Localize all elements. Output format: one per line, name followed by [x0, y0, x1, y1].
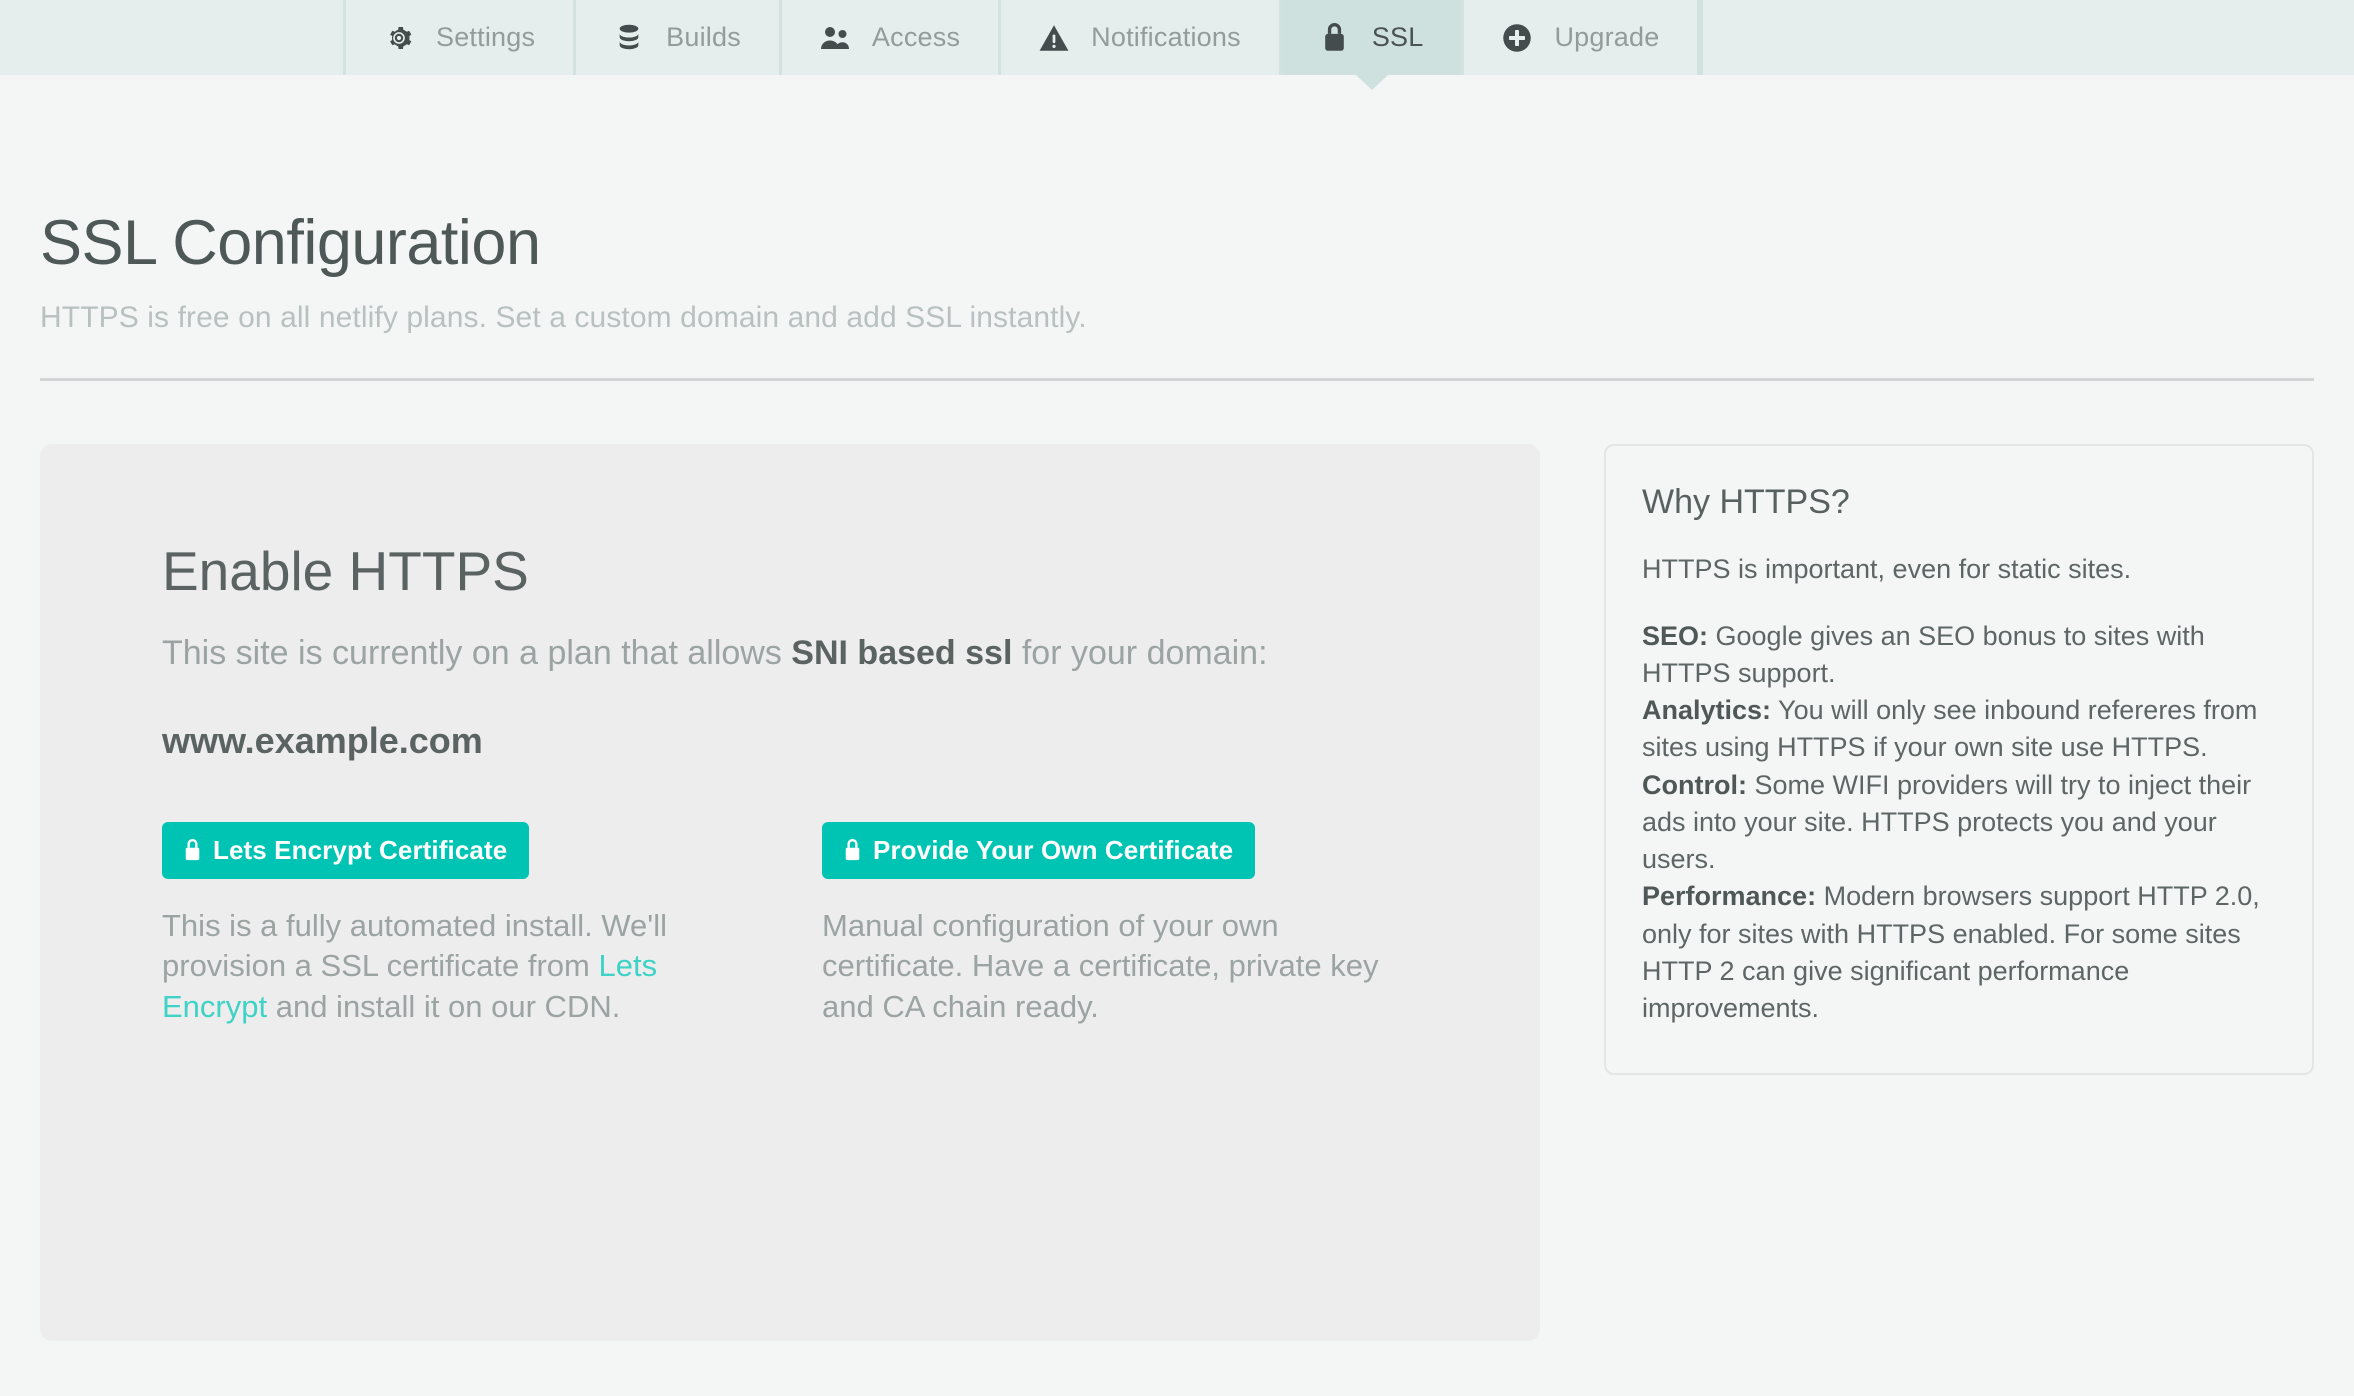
button-label: Lets Encrypt Certificate [213, 837, 507, 863]
own-certificate-option: Provide Your Own Certificate Manual conf… [822, 822, 1482, 1027]
why-https-panel: Why HTTPS? HTTPS is important, even for … [1604, 444, 2314, 1075]
tab-notifications[interactable]: Notifications [1001, 0, 1282, 75]
point-term: Performance: [1642, 881, 1816, 911]
lets-encrypt-description: This is a fully automated install. We'll… [162, 879, 732, 1027]
enable-https-card: Enable HTTPS This site is currently on a… [40, 444, 1540, 1341]
tab-label: Builds [666, 22, 741, 53]
header-divider [40, 378, 2314, 381]
desc-after: and install it on our CDN. [267, 989, 620, 1024]
page-title: SSL Configuration [40, 75, 2314, 275]
page-body: SSL Configuration HTTPS is free on all n… [0, 75, 2354, 1341]
lets-encrypt-option: Lets Encrypt Certificate This is a fully… [162, 822, 822, 1027]
tab-label: Notifications [1091, 22, 1241, 53]
database-icon [614, 23, 644, 53]
people-icon [820, 23, 850, 53]
point-text: Google gives an SEO bonus to sites with … [1642, 621, 2205, 688]
tab-label: Upgrade [1554, 22, 1659, 53]
lead-before: This site is currently on a plan that al… [162, 634, 791, 672]
lead-after: for your domain: [1012, 634, 1267, 672]
tab-upgrade[interactable]: Upgrade [1464, 0, 1700, 75]
lets-encrypt-certificate-button[interactable]: Lets Encrypt Certificate [162, 822, 529, 879]
why-https-intro: HTTPS is important, even for static site… [1642, 521, 2276, 588]
button-label: Provide Your Own Certificate [873, 837, 1233, 863]
card-title: Enable HTTPS [162, 544, 1432, 599]
site-domain: www.example.com [162, 673, 1432, 762]
plus-circle-icon [1502, 23, 1532, 53]
card-lead-text: This site is currently on a plan that al… [162, 599, 1322, 673]
why-https-title: Why HTTPS? [1642, 484, 2276, 521]
desc-before: Manual configuration of your own certifi… [822, 908, 1379, 1024]
point-term: SEO: [1642, 621, 1708, 651]
content-area: Enable HTTPS This site is currently on a… [40, 444, 2314, 1341]
own-certificate-description: Manual configuration of your own certifi… [822, 879, 1392, 1027]
provide-own-certificate-button[interactable]: Provide Your Own Certificate [822, 822, 1255, 879]
point-term: Control: [1642, 770, 1747, 800]
warning-icon [1039, 23, 1069, 53]
lock-icon [844, 839, 861, 861]
tab-settings[interactable]: Settings [346, 0, 576, 75]
desc-before: This is a fully automated install. We'll… [162, 908, 667, 983]
tabbar-right-spacer [1700, 0, 2354, 75]
why-https-points: SEO: Google gives an SEO bonus to sites … [1642, 589, 2276, 1028]
tab-label: SSL [1372, 22, 1424, 53]
tab-label: Settings [436, 22, 535, 53]
lock-icon [184, 839, 201, 861]
gear-icon [384, 23, 414, 53]
point-term: Analytics: [1642, 695, 1771, 725]
settings-tab-bar: Settings Builds Access [0, 0, 2354, 75]
tab-ssl[interactable]: SSL [1282, 0, 1465, 75]
tab-access[interactable]: Access [782, 0, 1001, 75]
tabbar-left-spacer [0, 0, 346, 75]
tab-label: Access [872, 22, 960, 53]
page-subtitle: HTTPS is free on all netlify plans. Set … [40, 275, 2314, 335]
tab-builds[interactable]: Builds [576, 0, 782, 75]
lock-icon [1320, 23, 1350, 53]
lead-strong: SNI based ssl [791, 634, 1012, 672]
certificate-options: Lets Encrypt Certificate This is a fully… [162, 822, 1432, 1027]
